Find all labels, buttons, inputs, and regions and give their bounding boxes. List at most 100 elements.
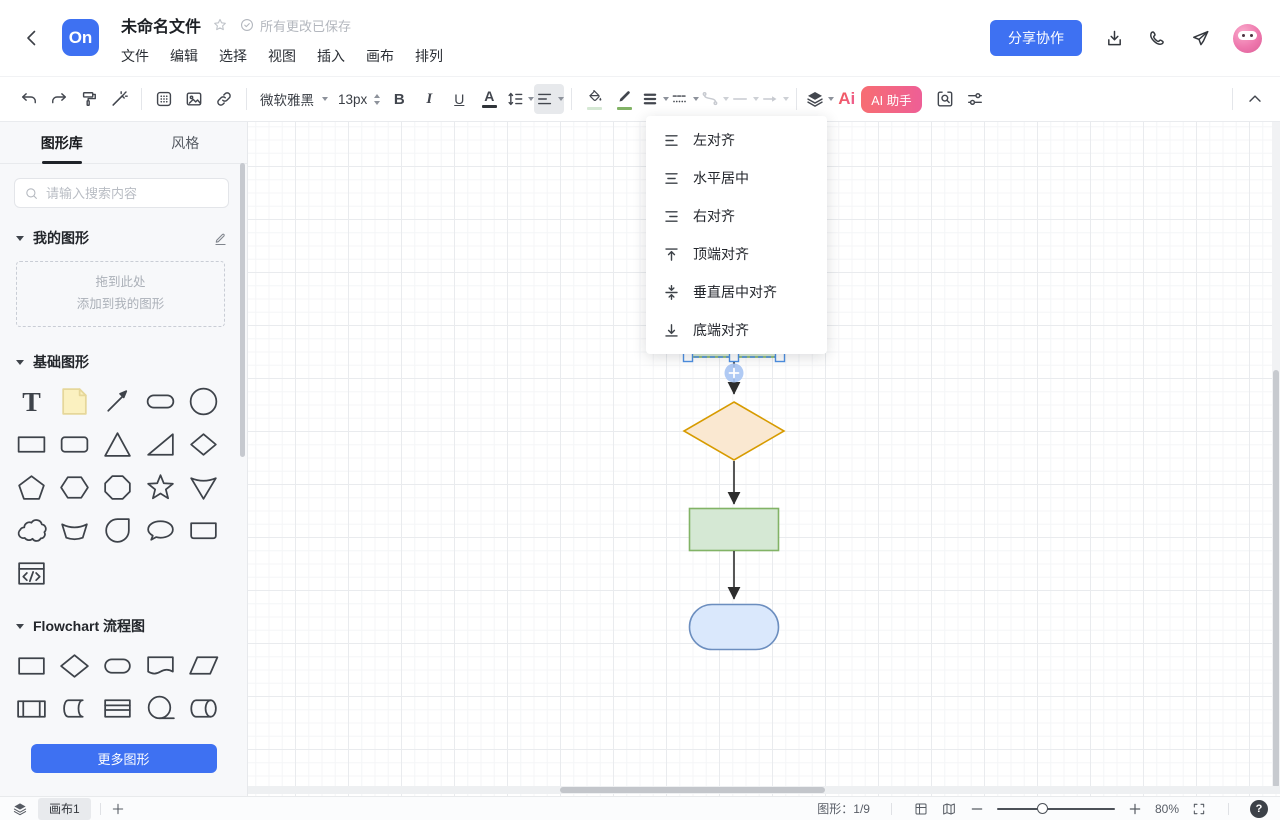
- shape-triangle[interactable]: [96, 423, 139, 465]
- menu-arrange[interactable]: 排列: [415, 46, 443, 66]
- canvas-vertical-scrollbar[interactable]: [1272, 122, 1280, 788]
- shape-speech-bubble[interactable]: [139, 509, 182, 551]
- shape-teardrop[interactable]: [96, 509, 139, 551]
- shape-process[interactable]: [10, 644, 53, 686]
- redo-button[interactable]: [44, 84, 74, 114]
- line-color-button[interactable]: [609, 84, 639, 114]
- shape-pill[interactable]: [139, 380, 182, 422]
- undo-button[interactable]: [14, 84, 44, 114]
- align-button[interactable]: [534, 84, 565, 114]
- menu-view[interactable]: 视图: [268, 46, 296, 66]
- layers-icon[interactable]: [12, 801, 28, 817]
- insert-link-button[interactable]: [209, 84, 239, 114]
- shape-manual-input[interactable]: [53, 509, 96, 551]
- settings-sliders-button[interactable]: [960, 84, 990, 114]
- help-button[interactable]: ?: [1250, 799, 1268, 818]
- shape-cone[interactable]: [182, 466, 225, 508]
- app-logo[interactable]: On: [62, 19, 99, 56]
- shape-star[interactable]: [139, 466, 182, 508]
- search-input[interactable]: [46, 185, 219, 201]
- menu-item-align-center-horizontal[interactable]: 水平居中: [646, 159, 827, 197]
- avatar[interactable]: [1233, 23, 1262, 53]
- minimap-icon[interactable]: [941, 801, 957, 817]
- collapse-toolbar-button[interactable]: [1240, 84, 1270, 114]
- line-weight-button[interactable]: [639, 84, 669, 114]
- flow-terminator[interactable]: [688, 603, 780, 651]
- shape-rounded-rectangle[interactable]: [53, 423, 96, 465]
- more-shapes-button[interactable]: 更多图形: [30, 744, 217, 773]
- shape-direct-data[interactable]: [182, 687, 225, 729]
- sidebar-scrollbar[interactable]: [240, 163, 245, 457]
- menu-canvas[interactable]: 画布: [366, 46, 394, 66]
- document-title[interactable]: 未命名文件: [121, 13, 201, 37]
- font-size-select[interactable]: 13px: [334, 84, 384, 114]
- shape-circle[interactable]: [182, 380, 225, 422]
- shape-internal-storage[interactable]: [96, 687, 139, 729]
- zoom-in-icon[interactable]: [1127, 801, 1143, 817]
- edit-pencil-icon[interactable]: [212, 230, 229, 247]
- collapse-my-shapes-icon[interactable]: [16, 235, 24, 241]
- zoom-slider-knob[interactable]: [1037, 802, 1049, 814]
- insert-image-button[interactable]: [179, 84, 209, 114]
- shape-rectangle[interactable]: [10, 423, 53, 465]
- quick-connect-button[interactable]: [724, 363, 744, 383]
- zoom-out-icon[interactable]: [969, 801, 985, 817]
- line-style-button[interactable]: [669, 84, 699, 114]
- font-family-select[interactable]: 微软雅黑: [254, 84, 334, 114]
- font-size-stepper[interactable]: [374, 93, 381, 105]
- vertical-scroll-thumb[interactable]: [1273, 370, 1279, 788]
- shape-hexagon[interactable]: [53, 466, 96, 508]
- canvas-horizontal-scrollbar[interactable]: [248, 786, 1280, 794]
- font-color-button[interactable]: A: [474, 84, 504, 114]
- download-icon[interactable]: [1104, 28, 1125, 49]
- ai-logo[interactable]: Ai: [838, 89, 855, 109]
- shape-decision[interactable]: [53, 644, 96, 686]
- menu-item-align-top[interactable]: 顶端对齐: [646, 235, 827, 273]
- menu-insert[interactable]: 插入: [317, 46, 345, 66]
- shape-diamond[interactable]: [182, 423, 225, 465]
- my-shapes-dropzone[interactable]: 拖到此处 添加到我的图形: [16, 261, 225, 327]
- share-collaborate-button[interactable]: 分享协作: [990, 20, 1082, 56]
- italic-button[interactable]: I: [414, 84, 444, 114]
- horizontal-scroll-thumb[interactable]: [560, 787, 825, 793]
- shape-arrow[interactable]: [96, 380, 139, 422]
- add-canvas-icon[interactable]: [110, 801, 126, 817]
- shape-sequential-data[interactable]: [139, 687, 182, 729]
- zoom-slider[interactable]: [996, 802, 1115, 814]
- shape-cloud[interactable]: [10, 509, 53, 551]
- menu-select[interactable]: 选择: [219, 46, 247, 66]
- format-painter-button[interactable]: [74, 84, 104, 114]
- shape-right-triangle[interactable]: [139, 423, 182, 465]
- shape-parallelogram[interactable]: [182, 644, 225, 686]
- shape-pentagon[interactable]: [10, 466, 53, 508]
- grid-layout-icon[interactable]: [913, 801, 929, 817]
- bold-button[interactable]: B: [384, 84, 414, 114]
- shape-octagon[interactable]: [96, 466, 139, 508]
- shape-text[interactable]: T: [10, 380, 53, 422]
- collapse-flowchart-icon[interactable]: [16, 623, 24, 629]
- find-shape-button[interactable]: [930, 84, 960, 114]
- menu-item-align-bottom[interactable]: 底端对齐: [646, 311, 827, 349]
- fill-color-button[interactable]: [579, 84, 609, 114]
- menu-file[interactable]: 文件: [121, 46, 149, 66]
- flow-decision-diamond[interactable]: [682, 401, 786, 461]
- back-icon[interactable]: [20, 26, 44, 50]
- line-spacing-button[interactable]: [504, 84, 534, 114]
- fullscreen-icon[interactable]: [1191, 801, 1207, 817]
- shape-display-rect[interactable]: [182, 509, 225, 551]
- collapse-basic-shapes-icon[interactable]: [16, 359, 24, 365]
- shape-document[interactable]: [139, 644, 182, 686]
- shape-code-block[interactable]: [10, 552, 53, 594]
- underline-button[interactable]: U: [444, 84, 474, 114]
- magic-pen-button[interactable]: [104, 84, 134, 114]
- menu-edit[interactable]: 编辑: [170, 46, 198, 66]
- shape-predefined-process[interactable]: [10, 687, 53, 729]
- ai-assistant-button[interactable]: AI 助手: [861, 85, 922, 113]
- shape-search-box[interactable]: [14, 178, 229, 208]
- phone-icon[interactable]: [1147, 28, 1168, 49]
- menu-item-align-left[interactable]: 左对齐: [646, 121, 827, 159]
- shape-terminator[interactable]: [96, 644, 139, 686]
- tab-shape-library[interactable]: 图形库: [0, 122, 124, 163]
- canvas-tab[interactable]: 画布1: [38, 797, 91, 820]
- flow-process-rect[interactable]: [688, 507, 780, 552]
